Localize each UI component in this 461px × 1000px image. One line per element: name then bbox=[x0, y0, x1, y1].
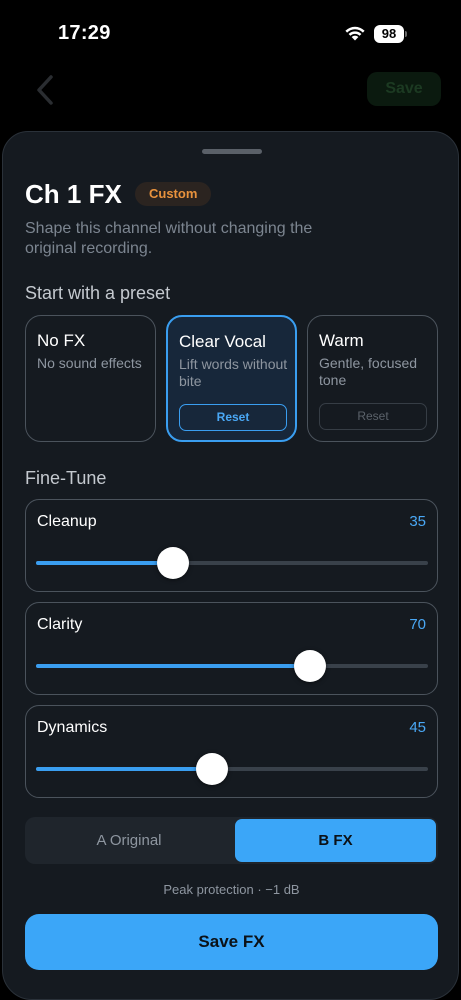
chevron-left-icon[interactable] bbox=[34, 74, 56, 106]
preset-desc: No sound effects bbox=[37, 355, 142, 371]
fx-bottom-sheet: Ch 1 FX Custom Shape this channel withou… bbox=[2, 131, 459, 1000]
ab-option-fx[interactable]: B FX bbox=[235, 819, 436, 862]
ab-option-original[interactable]: A Original bbox=[25, 817, 233, 864]
finetune-heading: Fine-Tune bbox=[25, 468, 107, 488]
slider-thumb[interactable] bbox=[294, 650, 327, 682]
status-bar: 17:29 98 bbox=[0, 0, 461, 60]
preset-desc: Gentle, focused tone bbox=[319, 355, 418, 388]
slider-label: Clarity bbox=[37, 616, 83, 633]
battery-indicator: 98 bbox=[374, 25, 404, 43]
slider-thumb[interactable] bbox=[196, 753, 229, 785]
slider-value: 45 bbox=[409, 719, 426, 736]
slider-dynamics: Dynamics 45 bbox=[25, 705, 438, 798]
slider-fill bbox=[36, 561, 174, 565]
reset-button[interactable]: Reset bbox=[179, 404, 287, 431]
custom-badge: Custom bbox=[135, 182, 212, 206]
preset-name: Clear Vocal bbox=[179, 332, 266, 351]
preset-warm[interactable]: Warm Gentle, focused tone Reset bbox=[307, 315, 438, 442]
save-fx-button[interactable]: Save FX bbox=[25, 914, 438, 970]
background-nav-bar: Save bbox=[0, 60, 461, 130]
status-time: 17:29 bbox=[58, 22, 111, 44]
preset-name: Warm bbox=[319, 331, 364, 350]
sheet-grabber[interactable] bbox=[202, 149, 262, 154]
sheet-title: Ch 1 FX bbox=[25, 179, 122, 209]
ab-compare-toggle: A Original B FX bbox=[25, 817, 438, 864]
slider-value: 70 bbox=[409, 616, 426, 633]
preset-clear-vocal[interactable]: Clear Vocal Lift words without bite Rese… bbox=[166, 315, 297, 442]
slider-fill bbox=[36, 767, 213, 771]
preset-name: No FX bbox=[37, 331, 86, 350]
reset-button-disabled: Reset bbox=[319, 403, 427, 430]
peak-protection-text: Peak protection · −1 dB bbox=[163, 882, 300, 897]
background-save-button[interactable]: Save bbox=[367, 72, 441, 106]
preset-no-fx[interactable]: No FX No sound effects bbox=[25, 315, 156, 442]
wifi-icon bbox=[345, 26, 365, 41]
slider-value: 35 bbox=[409, 513, 426, 530]
slider-track[interactable] bbox=[36, 650, 428, 682]
slider-fill bbox=[36, 664, 311, 668]
slider-clarity: Clarity 70 bbox=[25, 602, 438, 695]
slider-track[interactable] bbox=[36, 753, 428, 785]
slider-label: Dynamics bbox=[37, 719, 108, 736]
slider-label: Cleanup bbox=[37, 513, 97, 530]
slider-track[interactable] bbox=[36, 547, 428, 579]
preset-desc: Lift words without bite bbox=[179, 356, 288, 389]
slider-thumb[interactable] bbox=[157, 547, 190, 579]
battery-nub bbox=[405, 31, 407, 37]
sheet-subtitle: Shape this channel without changing the … bbox=[25, 220, 313, 257]
preset-heading: Start with a preset bbox=[25, 283, 171, 303]
slider-cleanup: Cleanup 35 bbox=[25, 499, 438, 592]
